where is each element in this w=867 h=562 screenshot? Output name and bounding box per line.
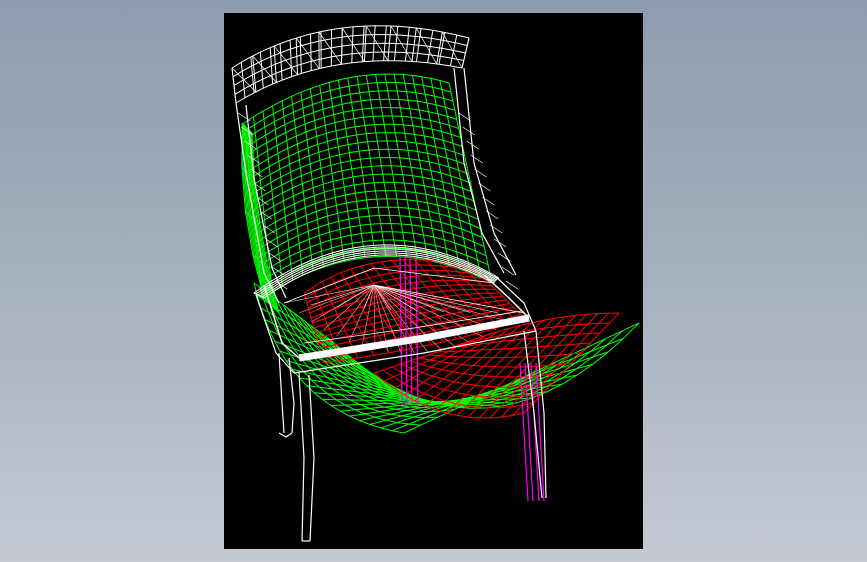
chair-wireframe-model[interactable] xyxy=(224,13,643,549)
red-cushion-mesh xyxy=(298,259,620,419)
cad-viewport[interactable] xyxy=(224,13,643,549)
green-shell-mesh xyxy=(241,73,640,434)
white-frame-wireframe xyxy=(231,25,547,542)
